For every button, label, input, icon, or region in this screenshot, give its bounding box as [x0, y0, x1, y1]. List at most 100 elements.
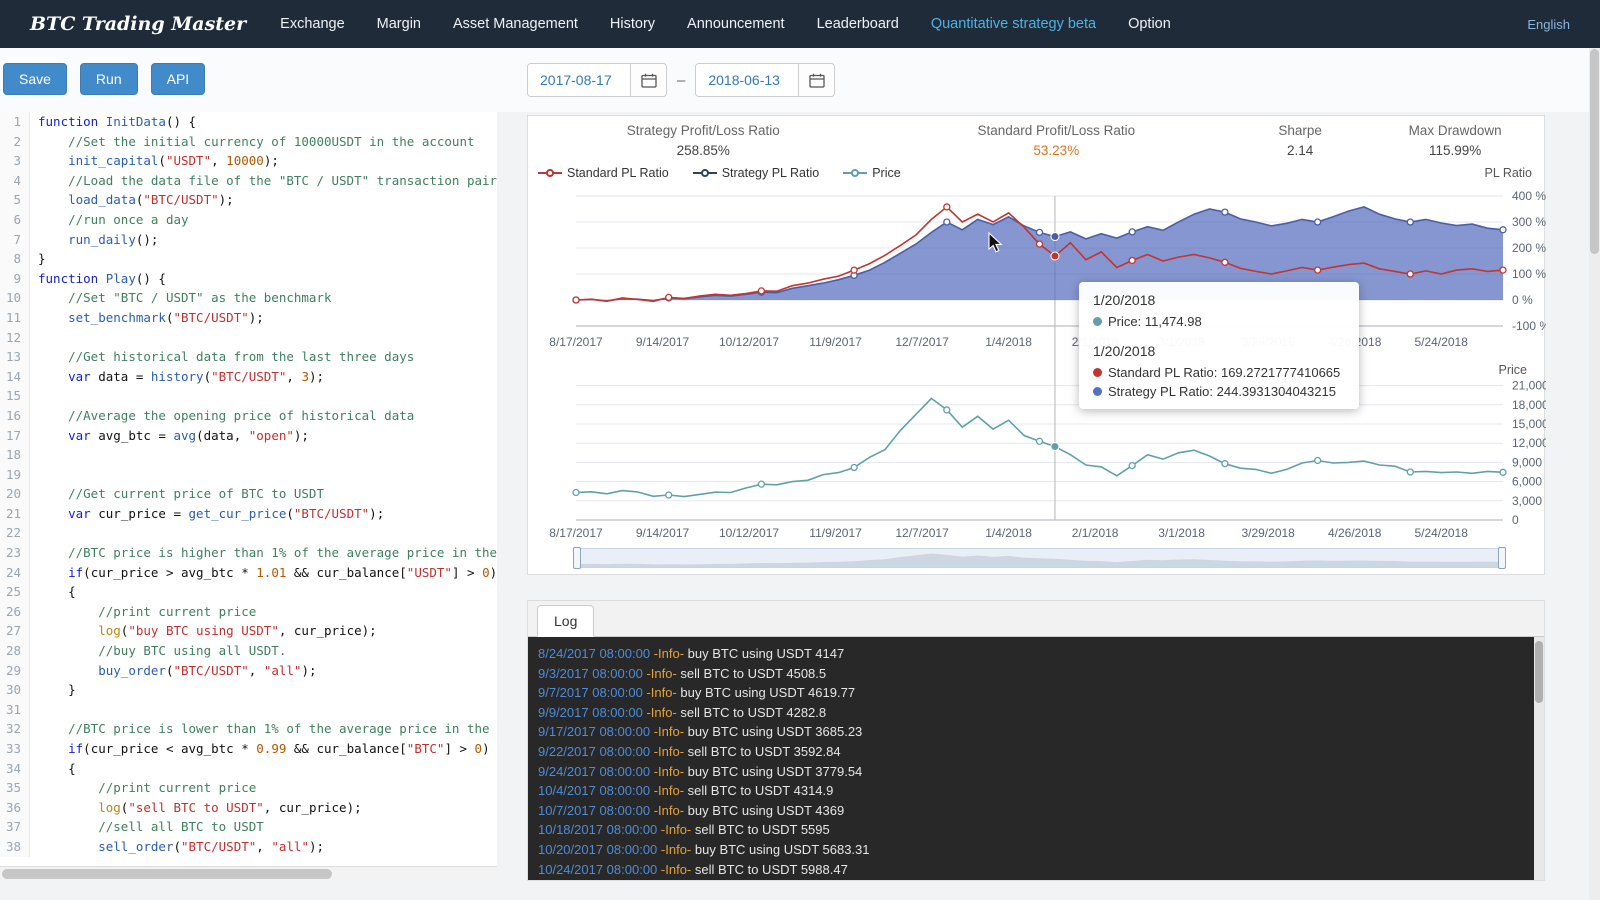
code-line[interactable]: 11 set_benchmark("BTC/USDT"); [0, 308, 497, 328]
end-date-input[interactable] [696, 64, 798, 96]
strategy-stats: Strategy Profit/Loss Ratio258.85%Standar… [528, 116, 1544, 162]
log-timestamp: 10/24/2017 08:00:00 [538, 862, 657, 877]
code-line[interactable]: 30 } [0, 680, 497, 700]
language-switch[interactable]: English [1527, 17, 1570, 32]
code-line[interactable]: 34 { [0, 759, 497, 779]
log-entry: 9/22/2017 08:00:00 -Info- sell BTC to US… [538, 742, 1530, 762]
nav-item-exchange[interactable]: Exchange [280, 16, 345, 32]
code-line[interactable]: 5 load_data("BTC/USDT"); [0, 190, 497, 210]
code-line[interactable]: 17 var avg_btc = avg(data, "open"); [0, 426, 497, 446]
line-number: 36 [0, 798, 30, 818]
log-message: sell BTC to USDT 5595 [695, 822, 830, 837]
log-timestamp: 9/9/2017 08:00:00 [538, 705, 643, 720]
calendar-icon[interactable] [630, 64, 666, 96]
code-line[interactable]: 28 //buy BTC using all USDT. [0, 641, 497, 661]
log-console[interactable]: 8/24/2017 08:00:00 -Info- buy BTC using … [528, 637, 1544, 880]
line-number: 29 [0, 661, 30, 681]
line-number: 32 [0, 719, 30, 739]
code-line[interactable]: 3 init_capital("USDT", 10000); [0, 151, 497, 171]
line-number: 9 [0, 269, 30, 289]
code-text: //BTC price is lower than 1% of the aver… [30, 719, 497, 739]
code-line[interactable]: 9function Play() { [0, 269, 497, 289]
tooltip-value: Standard PL Ratio: 169.2721777410665 [1108, 365, 1340, 380]
code-line[interactable]: 36 log("sell BTC to USDT", cur_price); [0, 798, 497, 818]
save-button[interactable]: Save [3, 63, 67, 95]
log-timestamp: 10/18/2017 08:00:00 [538, 822, 657, 837]
code-line[interactable]: 6 //run once a day [0, 210, 497, 230]
legend-item-standard-pl-ratio[interactable]: Standard PL Ratio [538, 166, 669, 180]
scrollbar-thumb[interactable] [2, 869, 332, 879]
code-line[interactable]: 23 //BTC price is higher than 1% of the … [0, 543, 497, 563]
stat-max-drawdown: Max Drawdown115.99% [1366, 123, 1544, 162]
code-line[interactable]: 18 [0, 445, 497, 465]
code-line[interactable]: 27 log("buy BTC using USDT", cur_price); [0, 621, 497, 641]
code-line[interactable]: 31 [0, 700, 497, 720]
code-line[interactable]: 33 if(cur_price < avg_btc * 0.99 && cur_… [0, 739, 497, 759]
code-line[interactable]: 15 [0, 386, 497, 406]
nav-item-margin[interactable]: Margin [377, 16, 421, 32]
tab-log[interactable]: Log [537, 605, 594, 637]
code-line[interactable]: 13 //Get historical data from the last t… [0, 347, 497, 367]
nav-item-announcement[interactable]: Announcement [687, 16, 785, 32]
svg-text:100 %: 100 % [1512, 267, 1546, 281]
datazoom-right-handle[interactable] [1498, 547, 1506, 569]
page-scrollbar[interactable] [1589, 48, 1600, 900]
code-line[interactable]: 1function InitData() { [0, 112, 497, 132]
log-panel: Log 8/24/2017 08:00:00 -Info- buy BTC us… [527, 600, 1545, 881]
svg-text:2/1/2018: 2/1/2018 [1072, 526, 1119, 540]
svg-text:5/24/2018: 5/24/2018 [1415, 526, 1469, 540]
calendar-icon[interactable] [798, 64, 834, 96]
editor-horizontal-scrollbar[interactable] [0, 866, 497, 881]
line-number: 25 [0, 582, 30, 602]
legend-label: Price [872, 166, 900, 180]
nav-item-option[interactable]: Option [1128, 16, 1171, 32]
app-brand[interactable]: BTC Trading Master [30, 13, 246, 35]
code-line[interactable]: 35 //print current price [0, 778, 497, 798]
svg-text:11/9/2017: 11/9/2017 [809, 335, 862, 349]
code-line[interactable]: 4 //Load the data file of the "BTC / USD… [0, 171, 497, 191]
code-line[interactable]: 26 //print current price [0, 602, 497, 622]
log-message: buy BTC using USDT 4147 [688, 646, 845, 661]
nav-item-asset-management[interactable]: Asset Management [453, 16, 578, 32]
log-level: -Info- [646, 705, 676, 720]
code-line[interactable]: 7 run_daily(); [0, 230, 497, 250]
code-line[interactable]: 37 //sell all BTC to USDT [0, 817, 497, 837]
svg-text:1/4/2018: 1/4/2018 [985, 526, 1032, 540]
scrollbar-thumb[interactable] [1535, 641, 1543, 703]
legend-item-strategy-pl-ratio[interactable]: Strategy PL Ratio [693, 166, 820, 180]
code-line[interactable]: 2 //Set the initial currency of 10000USD… [0, 132, 497, 152]
nav-item-quantitative-strategy-beta[interactable]: Quantitative strategy beta [931, 16, 1096, 32]
navbar: BTC Trading Master Exchange Margin Asset M… [0, 0, 1600, 48]
code-line[interactable]: 32 //BTC price is lower than 1% of the a… [0, 719, 497, 739]
code-line[interactable]: 20 //Get current price of BTC to USDT [0, 484, 497, 504]
datazoom-left-handle[interactable] [573, 547, 581, 569]
code-line[interactable]: 14 var data = history("BTC/USDT", 3); [0, 367, 497, 387]
code-line[interactable]: 24 if(cur_price > avg_btc * 1.01 && cur_… [0, 563, 497, 583]
code-line[interactable]: 12 [0, 328, 497, 348]
code-line[interactable]: 29 buy_order("BTC/USDT", "all"); [0, 661, 497, 681]
start-date-input[interactable] [528, 64, 630, 96]
code-line[interactable]: 19 [0, 465, 497, 485]
log-scrollbar[interactable] [1534, 637, 1544, 880]
log-tab-bar: Log [528, 601, 1544, 637]
code-line[interactable]: 16 //Average the opening price of histor… [0, 406, 497, 426]
code-line[interactable]: 21 var cur_price = get_cur_price("BTC/US… [0, 504, 497, 524]
api-button[interactable]: API [151, 63, 206, 95]
code-line[interactable]: 8} [0, 249, 497, 269]
code-line[interactable]: 38 sell_order("BTC/USDT", "all"); [0, 837, 497, 857]
price-chart[interactable]: 21,00018,00015,00012,0009,0006,0003,0000… [528, 364, 1546, 544]
scrollbar-thumb[interactable] [1590, 49, 1599, 254]
pl-ratio-chart[interactable]: 400 %300 %200 %100 %0 %-100 %8/17/20179/… [528, 184, 1546, 364]
code-line[interactable]: 22 [0, 523, 497, 543]
log-level: -Info- [654, 783, 684, 798]
run-button[interactable]: Run [80, 63, 138, 95]
nav-item-leaderboard[interactable]: Leaderboard [817, 16, 899, 32]
code-line[interactable]: 25 { [0, 582, 497, 602]
legend-item-price[interactable]: Price [843, 166, 900, 180]
datazoom-slider[interactable] [576, 548, 1503, 568]
nav-item-history[interactable]: History [610, 16, 655, 32]
svg-text:0 %: 0 % [1512, 293, 1533, 307]
code-line[interactable]: 10 //Set "BTC / USDT" as the benchmark [0, 288, 497, 308]
code-editor[interactable]: 1function InitData() {2 //Set the initia… [0, 112, 497, 866]
line-number: 27 [0, 621, 30, 641]
